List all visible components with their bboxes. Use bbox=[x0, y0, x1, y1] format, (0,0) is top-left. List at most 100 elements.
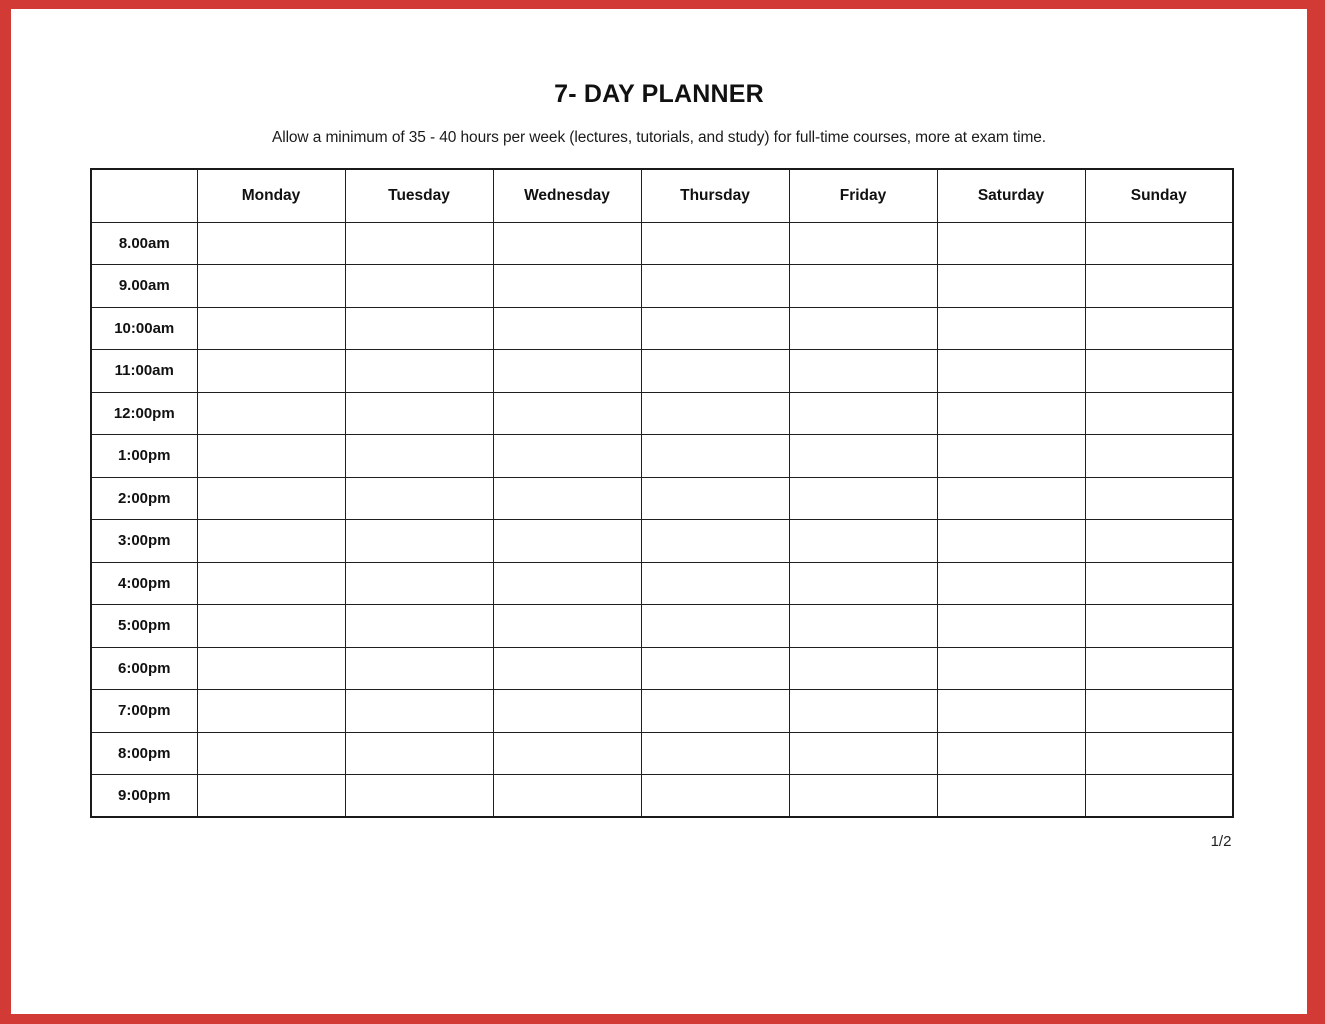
day-header-sunday: Sunday bbox=[1084, 168, 1234, 223]
planner-cell-monday-11[interactable] bbox=[196, 689, 346, 733]
planner-cell-wednesday-3[interactable] bbox=[492, 349, 642, 393]
planner-cell-sunday-10[interactable] bbox=[1084, 646, 1234, 690]
planner-cell-sunday-3[interactable] bbox=[1084, 349, 1234, 393]
planner-cell-sunday-2[interactable] bbox=[1084, 306, 1234, 350]
planner-cell-wednesday-9[interactable] bbox=[492, 604, 642, 648]
planner-cell-saturday-10[interactable] bbox=[936, 646, 1086, 690]
planner-cell-sunday-8[interactable] bbox=[1084, 561, 1234, 605]
planner-cell-saturday-6[interactable] bbox=[936, 476, 1086, 520]
planner-cell-tuesday-1[interactable] bbox=[344, 264, 494, 308]
planner-cell-wednesday-0[interactable] bbox=[492, 221, 642, 265]
planner-cell-tuesday-10[interactable] bbox=[344, 646, 494, 690]
planner-cell-friday-6[interactable] bbox=[788, 476, 938, 520]
planner-cell-sunday-5[interactable] bbox=[1084, 434, 1234, 478]
planner-cell-saturday-11[interactable] bbox=[936, 689, 1086, 733]
planner-cell-monday-1[interactable] bbox=[196, 264, 346, 308]
planner-cell-friday-11[interactable] bbox=[788, 689, 938, 733]
planner-cell-tuesday-2[interactable] bbox=[344, 306, 494, 350]
planner-cell-friday-0[interactable] bbox=[788, 221, 938, 265]
planner-cell-thursday-11[interactable] bbox=[640, 689, 790, 733]
planner-cell-wednesday-7[interactable] bbox=[492, 519, 642, 563]
planner-cell-wednesday-8[interactable] bbox=[492, 561, 642, 605]
planner-cell-thursday-9[interactable] bbox=[640, 604, 790, 648]
planner-cell-friday-1[interactable] bbox=[788, 264, 938, 308]
planner-cell-tuesday-0[interactable] bbox=[344, 221, 494, 265]
planner-cell-monday-2[interactable] bbox=[196, 306, 346, 350]
planner-cell-saturday-3[interactable] bbox=[936, 349, 1086, 393]
planner-cell-saturday-8[interactable] bbox=[936, 561, 1086, 605]
planner-cell-thursday-0[interactable] bbox=[640, 221, 790, 265]
planner-cell-friday-12[interactable] bbox=[788, 731, 938, 775]
planner-cell-tuesday-5[interactable] bbox=[344, 434, 494, 478]
planner-cell-tuesday-12[interactable] bbox=[344, 731, 494, 775]
planner-cell-tuesday-6[interactable] bbox=[344, 476, 494, 520]
planner-cell-wednesday-5[interactable] bbox=[492, 434, 642, 478]
planner-cell-saturday-12[interactable] bbox=[936, 731, 1086, 775]
planner-cell-monday-5[interactable] bbox=[196, 434, 346, 478]
planner-cell-sunday-1[interactable] bbox=[1084, 264, 1234, 308]
planner-cell-sunday-0[interactable] bbox=[1084, 221, 1234, 265]
planner-cell-sunday-4[interactable] bbox=[1084, 391, 1234, 435]
planner-cell-tuesday-13[interactable] bbox=[344, 774, 494, 818]
planner-cell-friday-8[interactable] bbox=[788, 561, 938, 605]
planner-cell-saturday-13[interactable] bbox=[936, 774, 1086, 818]
planner-cell-friday-13[interactable] bbox=[788, 774, 938, 818]
planner-cell-friday-10[interactable] bbox=[788, 646, 938, 690]
planner-cell-thursday-3[interactable] bbox=[640, 349, 790, 393]
planner-cell-saturday-7[interactable] bbox=[936, 519, 1086, 563]
planner-cell-friday-4[interactable] bbox=[788, 391, 938, 435]
planner-cell-tuesday-7[interactable] bbox=[344, 519, 494, 563]
planner-cell-thursday-5[interactable] bbox=[640, 434, 790, 478]
planner-cell-tuesday-3[interactable] bbox=[344, 349, 494, 393]
planner-cell-friday-7[interactable] bbox=[788, 519, 938, 563]
planner-cell-monday-7[interactable] bbox=[196, 519, 346, 563]
planner-cell-monday-13[interactable] bbox=[196, 774, 346, 818]
planner-cell-thursday-8[interactable] bbox=[640, 561, 790, 605]
planner-row: 3:00pm bbox=[90, 519, 1234, 563]
planner-cell-sunday-6[interactable] bbox=[1084, 476, 1234, 520]
planner-cell-monday-0[interactable] bbox=[196, 221, 346, 265]
planner-cell-thursday-4[interactable] bbox=[640, 391, 790, 435]
planner-cell-thursday-13[interactable] bbox=[640, 774, 790, 818]
planner-cell-wednesday-11[interactable] bbox=[492, 689, 642, 733]
planner-cell-wednesday-13[interactable] bbox=[492, 774, 642, 818]
planner-cell-thursday-7[interactable] bbox=[640, 519, 790, 563]
planner-cell-thursday-2[interactable] bbox=[640, 306, 790, 350]
planner-cell-monday-12[interactable] bbox=[196, 731, 346, 775]
planner-cell-saturday-1[interactable] bbox=[936, 264, 1086, 308]
planner-cell-friday-9[interactable] bbox=[788, 604, 938, 648]
planner-cell-monday-10[interactable] bbox=[196, 646, 346, 690]
planner-cell-thursday-10[interactable] bbox=[640, 646, 790, 690]
planner-cell-monday-3[interactable] bbox=[196, 349, 346, 393]
planner-cell-friday-2[interactable] bbox=[788, 306, 938, 350]
planner-cell-sunday-7[interactable] bbox=[1084, 519, 1234, 563]
planner-cell-wednesday-4[interactable] bbox=[492, 391, 642, 435]
planner-cell-thursday-6[interactable] bbox=[640, 476, 790, 520]
planner-cell-sunday-12[interactable] bbox=[1084, 731, 1234, 775]
planner-cell-saturday-2[interactable] bbox=[936, 306, 1086, 350]
planner-cell-wednesday-10[interactable] bbox=[492, 646, 642, 690]
planner-cell-monday-4[interactable] bbox=[196, 391, 346, 435]
planner-cell-monday-6[interactable] bbox=[196, 476, 346, 520]
planner-cell-tuesday-9[interactable] bbox=[344, 604, 494, 648]
planner-cell-wednesday-2[interactable] bbox=[492, 306, 642, 350]
planner-cell-saturday-9[interactable] bbox=[936, 604, 1086, 648]
planner-cell-tuesday-4[interactable] bbox=[344, 391, 494, 435]
planner-cell-sunday-11[interactable] bbox=[1084, 689, 1234, 733]
planner-cell-friday-5[interactable] bbox=[788, 434, 938, 478]
planner-cell-saturday-0[interactable] bbox=[936, 221, 1086, 265]
planner-cell-wednesday-1[interactable] bbox=[492, 264, 642, 308]
planner-cell-wednesday-12[interactable] bbox=[492, 731, 642, 775]
planner-cell-saturday-5[interactable] bbox=[936, 434, 1086, 478]
planner-cell-monday-8[interactable] bbox=[196, 561, 346, 605]
planner-cell-tuesday-8[interactable] bbox=[344, 561, 494, 605]
planner-cell-thursday-12[interactable] bbox=[640, 731, 790, 775]
planner-cell-sunday-13[interactable] bbox=[1084, 774, 1234, 818]
planner-cell-saturday-4[interactable] bbox=[936, 391, 1086, 435]
planner-cell-sunday-9[interactable] bbox=[1084, 604, 1234, 648]
planner-cell-monday-9[interactable] bbox=[196, 604, 346, 648]
planner-cell-friday-3[interactable] bbox=[788, 349, 938, 393]
planner-cell-wednesday-6[interactable] bbox=[492, 476, 642, 520]
planner-cell-tuesday-11[interactable] bbox=[344, 689, 494, 733]
planner-cell-thursday-1[interactable] bbox=[640, 264, 790, 308]
